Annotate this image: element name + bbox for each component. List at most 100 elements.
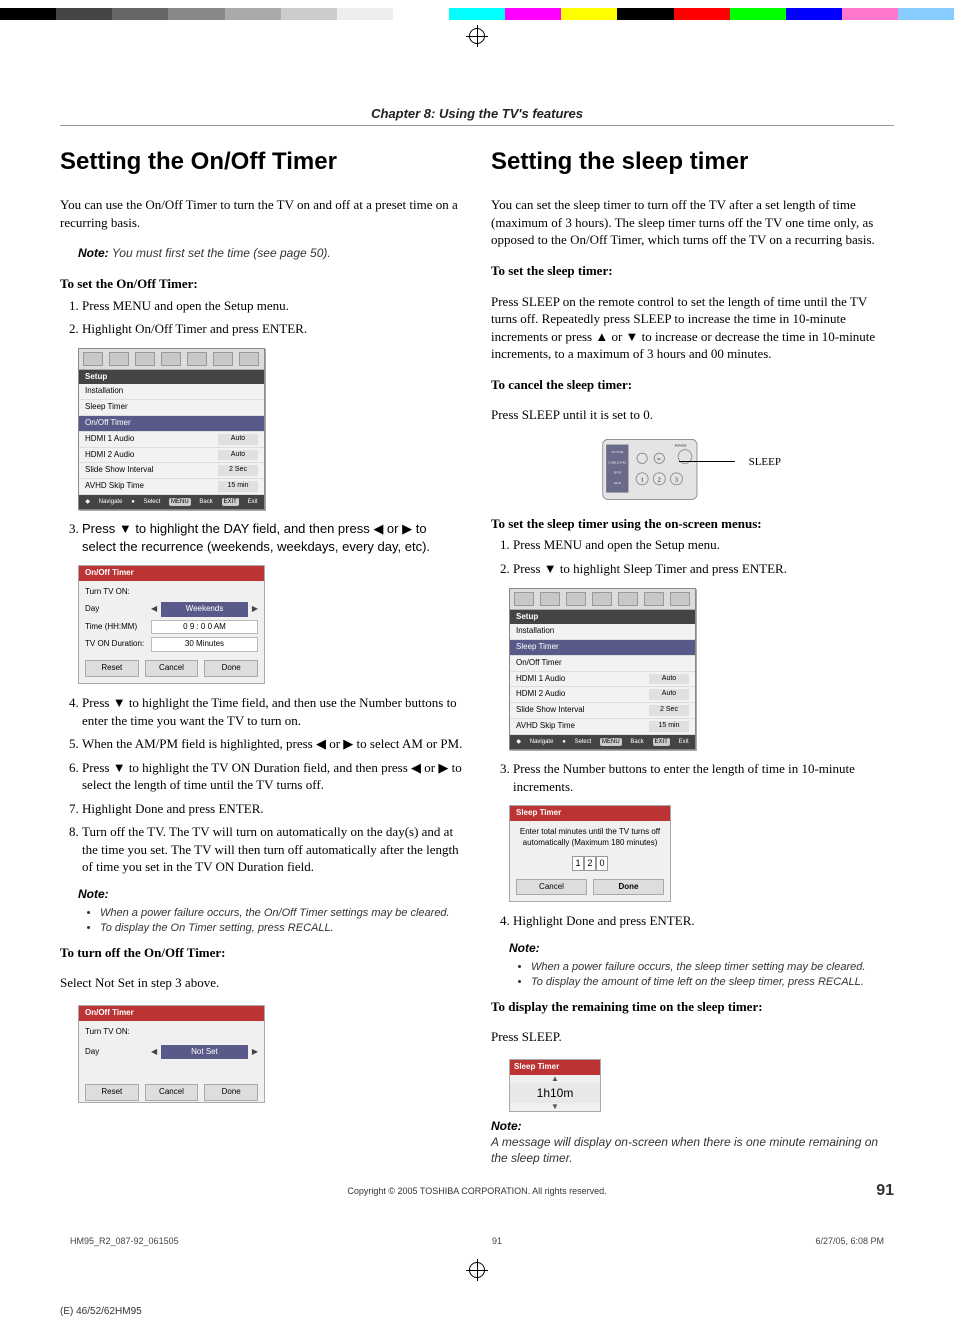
sub-header-set-onoff: To set the On/Off Timer: (60, 275, 463, 293)
registration-mark-top (469, 28, 485, 44)
disp-panel-value: 1h10m (510, 1083, 600, 1103)
osd-item: Sleep Timer (510, 640, 695, 656)
sub-set-sleep: To set the sleep timer: (491, 262, 894, 280)
sub-sleep-onscreen: To set the sleep timer using the on-scre… (491, 515, 894, 533)
remote-illustration: TV/VCR CABLE/SAT DVD AUX POWER SL 1 2 3 (541, 437, 781, 507)
svg-text:3: 3 (675, 477, 678, 483)
bullet-item: When a power failure occurs, the sleep t… (531, 960, 894, 975)
svg-text:POWER: POWER (675, 443, 688, 447)
svg-text:SL: SL (657, 457, 661, 461)
left-step-3: Press ▼ to highlight the DAY field, and … (60, 520, 463, 555)
panel2-title: On/Off Timer (79, 1006, 264, 1021)
sleep-panel-msg: Enter total minutes until the TV turns o… (510, 821, 670, 853)
right-step-3: Press the Number buttons to enter the le… (491, 760, 894, 795)
panel1-turnon: Turn TV ON: (85, 587, 258, 598)
osd2-title: Setup (510, 610, 695, 625)
osd-item: AVHD Skip Time15 min (79, 479, 264, 495)
svg-text:TV/VCR: TV/VCR (611, 450, 624, 454)
panel2-turnon: Turn TV ON: (85, 1027, 258, 1038)
turnoff-text: Select Not Set in step 3 above. (60, 974, 463, 992)
svg-text:DVD: DVD (614, 471, 622, 475)
right-heading: Setting the sleep timer (491, 146, 894, 178)
model-footer: (E) 46/52/62HM95 (0, 1306, 954, 1317)
page-number: 91 (876, 1182, 894, 1200)
chapter-header: Chapter 8: Using the TV's features (60, 106, 894, 126)
left-column: Setting the On/Off Timer You can use the… (60, 146, 463, 1166)
osd-item: Sleep Timer (79, 400, 264, 416)
sleep-panel-title: Sleep Timer (510, 806, 670, 821)
panel1-title: On/Off Timer (79, 566, 264, 581)
page-footer: Copyright © 2005 TOSHIBA CORPORATION. Al… (60, 1186, 894, 1196)
panel-button: Cancel (516, 879, 587, 896)
note2-label: Note: (78, 886, 463, 902)
sleep-timer-panel: Sleep Timer Enter total minutes until th… (509, 805, 671, 902)
osd-tabs (79, 349, 264, 370)
remote-sleep-label: SLEEP (749, 455, 781, 470)
cancel-sleep-para: Press SLEEP until it is set to 0. (491, 406, 894, 424)
onoff-timer-panel-2: On/Off Timer Turn TV ON: Day◀Not Set▶ Re… (78, 1005, 265, 1103)
right-note-bullets: When a power failure occurs, the sleep t… (509, 960, 894, 990)
osd-item: On/Off Timer (510, 656, 695, 672)
onoff-timer-panel-1: On/Off Timer Turn TV ON: Day◀Weekends▶Ti… (78, 565, 265, 684)
right-step-4: Highlight Done and press ENTER. (491, 912, 894, 930)
disp-panel-title: Sleep Timer (510, 1060, 600, 1075)
right-steps-list-b: Press MENU and open the Setup menu. Press… (491, 536, 894, 577)
right-column: Setting the sleep timer You can set the … (491, 146, 894, 1166)
panel-button: Done (204, 660, 258, 677)
bullet-item: To display the amount of time left on th… (531, 975, 894, 990)
note2-bullets: When a power failure occurs, the On/Off … (78, 906, 463, 936)
right-note2-body: A message will display on-screen when th… (491, 1134, 894, 1166)
crop-marks-top (0, 8, 954, 58)
osd-item: Slide Show Interval2 Sec (79, 463, 264, 479)
set-sleep-para: Press SLEEP on the remote control to set… (491, 293, 894, 363)
disp-para: Press SLEEP. (491, 1028, 894, 1046)
panel-button: Cancel (145, 1084, 199, 1101)
osd-setup-onoff: Setup InstallationSleep TimerOn/Off Time… (78, 348, 265, 510)
osd-item: Installation (510, 624, 695, 640)
osd-setup-sleep: Setup InstallationSleep TimerOn/Off Time… (509, 588, 696, 750)
osd-title: Setup (79, 370, 264, 385)
printer-footer: HM95_R2_087-92_061505 91 6/27/05, 6:08 P… (60, 1236, 894, 1246)
left-steps-4-8: Press ▼ to highlight the Time field, and… (60, 694, 463, 876)
list-item: Press ▼ to highlight Sleep Timer and pre… (513, 560, 894, 578)
color-bar (0, 8, 954, 20)
list-item: Highlight On/Off Timer and press ENTER. (82, 320, 463, 338)
osd-item: HDMI 2 AudioAuto (79, 448, 264, 464)
copyright: Copyright © 2005 TOSHIBA CORPORATION. Al… (347, 1186, 606, 1196)
panel-button: Reset (85, 660, 139, 677)
osd-item: HDMI 2 AudioAuto (510, 687, 695, 703)
panel-button: Cancel (145, 660, 199, 677)
right-intro: You can set the sleep timer to turn off … (491, 196, 894, 249)
panel-button: Done (593, 879, 664, 896)
left-heading: Setting the On/Off Timer (60, 146, 463, 178)
list-item: Press MENU and open the Setup menu. (82, 297, 463, 315)
pf-right: 6/27/05, 6:08 PM (815, 1236, 884, 1246)
svg-text:1: 1 (641, 477, 644, 483)
left-intro: You can use the On/Off Timer to turn the… (60, 196, 463, 231)
right-note2-label: Note: (491, 1118, 894, 1134)
note-label: Note: (78, 246, 109, 260)
bullet-item: To display the On Timer setting, press R… (100, 921, 463, 936)
osd-item: AVHD Skip Time15 min (510, 719, 695, 735)
panel-button: Done (204, 1084, 258, 1101)
left-steps-list-a: Press MENU and open the Setup menu. Highl… (60, 297, 463, 338)
pf-mid: 91 (492, 1236, 502, 1246)
svg-text:AUX: AUX (614, 481, 622, 485)
osd-item: On/Off Timer (79, 416, 264, 432)
sub-cancel-sleep: To cancel the sleep timer: (491, 376, 894, 394)
list-item: Press MENU and open the Setup menu. (513, 536, 894, 554)
sleep-digits: 120 (572, 856, 608, 870)
pf-left: HM95_R2_087-92_061505 (70, 1236, 179, 1246)
osd-item: HDMI 1 AudioAuto (510, 672, 695, 688)
right-note-label: Note: (509, 940, 894, 956)
svg-text:2: 2 (658, 477, 661, 483)
osd-item: HDMI 1 AudioAuto (79, 432, 264, 448)
registration-mark-bottom (469, 1262, 485, 1278)
panel-row: Time (HH:MM)0 9 : 0 0 AM (85, 620, 258, 635)
note-body: You must first set the time (see page 50… (112, 246, 331, 260)
sub-disp-remaining: To display the remaining time on the sle… (491, 998, 894, 1016)
svg-text:CABLE/SAT: CABLE/SAT (608, 460, 627, 464)
osd2-footer: ◆Navigate ●Select MENUBack EXITExit (510, 735, 695, 749)
sleep-display-panel: Sleep Timer ▲ 1h10m ▼ (509, 1059, 601, 1112)
osd-item: Slide Show Interval2 Sec (510, 703, 695, 719)
